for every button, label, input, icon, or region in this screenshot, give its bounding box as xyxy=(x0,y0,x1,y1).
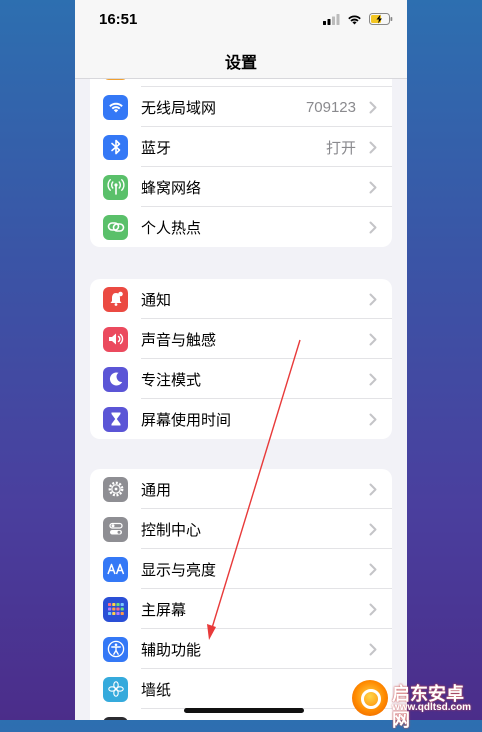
hourglass-icon xyxy=(103,406,128,432)
chevron-right-icon xyxy=(364,293,382,306)
wifi-label: 无线局域网 xyxy=(141,99,217,117)
sounds-label: 声音与触感 xyxy=(141,331,217,349)
status-icons xyxy=(323,13,393,25)
settings-row-accessibility[interactable]: 辅助功能 xyxy=(90,629,392,669)
chevron-right-icon xyxy=(364,333,382,346)
text-size-icon xyxy=(103,556,128,582)
chevron-right-icon xyxy=(364,141,382,154)
home-screen-label: 主屏幕 xyxy=(141,601,187,619)
moon-icon xyxy=(103,366,128,392)
battery-charging-icon xyxy=(369,13,393,25)
settings-row-screen-time[interactable]: 屏幕使用时间 xyxy=(90,399,392,439)
hotspot-label: 个人热点 xyxy=(141,219,202,237)
settings-row-cellular[interactable]: 蜂窝网络 xyxy=(90,167,392,207)
navigation-bar: 设置 xyxy=(75,40,407,79)
settings-row-bluetooth[interactable]: 蓝牙 打开 xyxy=(90,127,392,167)
settings-row-sounds[interactable]: 声音与触感 xyxy=(90,319,392,359)
accessibility-icon xyxy=(103,636,128,662)
chevron-right-icon xyxy=(364,563,382,576)
general-label: 通用 xyxy=(141,481,172,499)
wifi-icon xyxy=(348,14,361,24)
bluetooth-icon xyxy=(103,134,128,160)
speaker-icon xyxy=(103,326,128,352)
hidden-row-icon xyxy=(103,716,128,720)
chevron-right-icon xyxy=(364,373,382,386)
toggles-icon xyxy=(103,516,128,542)
settings-group-notifications: 通知 声音与触感 专注模式 屏幕使用时间 xyxy=(90,279,392,439)
gear-icon xyxy=(103,476,128,502)
wifi-icon xyxy=(103,94,128,120)
settings-row-focus[interactable]: 专注模式 xyxy=(90,359,392,399)
status-time: 16:51 xyxy=(99,11,138,28)
watermark-url: www.qdltsd.com xyxy=(392,702,472,713)
settings-row-general[interactable]: 通用 xyxy=(90,469,392,509)
settings-row-wifi[interactable]: 无线局域网 709123 xyxy=(90,87,392,127)
cellular-label: 蜂窝网络 xyxy=(141,179,202,197)
phone-screen: 16:51 设置 无线局域网 709123 蓝牙 打开 蜂窝网络 个人热点 通知… xyxy=(75,0,407,720)
chevron-right-icon xyxy=(364,221,382,234)
focus-label: 专注模式 xyxy=(141,371,202,389)
settings-row-control-center[interactable]: 控制中心 xyxy=(90,509,392,549)
wifi-network-value: 709123 xyxy=(305,98,356,116)
screen-time-label: 屏幕使用时间 xyxy=(141,411,232,429)
app-grid-icon xyxy=(103,596,128,622)
bluetooth-label: 蓝牙 xyxy=(141,139,172,157)
antenna-icon xyxy=(103,174,128,200)
cellular-signal-icon xyxy=(323,13,340,25)
settings-group-general: 通用 控制中心 显示与亮度 主屏幕 辅助功能 墙纸 xyxy=(90,469,392,720)
settings-row-display[interactable]: 显示与亮度 xyxy=(90,549,392,589)
accessibility-label: 辅助功能 xyxy=(141,641,202,659)
chevron-right-icon xyxy=(364,413,382,426)
bluetooth-status-value: 打开 xyxy=(325,139,356,157)
control-center-label: 控制中心 xyxy=(141,521,202,539)
display-label: 显示与亮度 xyxy=(141,561,217,579)
link-icon xyxy=(103,214,128,240)
settings-row-notifications[interactable]: 通知 xyxy=(90,279,392,319)
wallpaper-label: 墙纸 xyxy=(141,681,172,699)
chevron-right-icon xyxy=(364,483,382,496)
bell-icon xyxy=(103,286,128,312)
notifications-label: 通知 xyxy=(141,291,172,309)
page-title: 设置 xyxy=(224,55,257,72)
flower-icon xyxy=(103,676,128,702)
chevron-right-icon xyxy=(364,101,382,114)
chevron-right-icon xyxy=(364,181,382,194)
settings-row-hotspot[interactable]: 个人热点 xyxy=(90,207,392,247)
chevron-right-icon xyxy=(364,643,382,656)
watermark: 启东安卓网 www.qdltsd.com xyxy=(352,678,480,730)
chevron-right-icon xyxy=(364,603,382,616)
chevron-right-icon xyxy=(364,523,382,536)
status-bar: 16:51 xyxy=(75,0,407,40)
home-indicator xyxy=(184,708,304,713)
settings-row-home-screen[interactable]: 主屏幕 xyxy=(90,589,392,629)
watermark-logo-icon xyxy=(352,680,388,716)
settings-row-wallpaper[interactable]: 墙纸 xyxy=(90,669,392,709)
